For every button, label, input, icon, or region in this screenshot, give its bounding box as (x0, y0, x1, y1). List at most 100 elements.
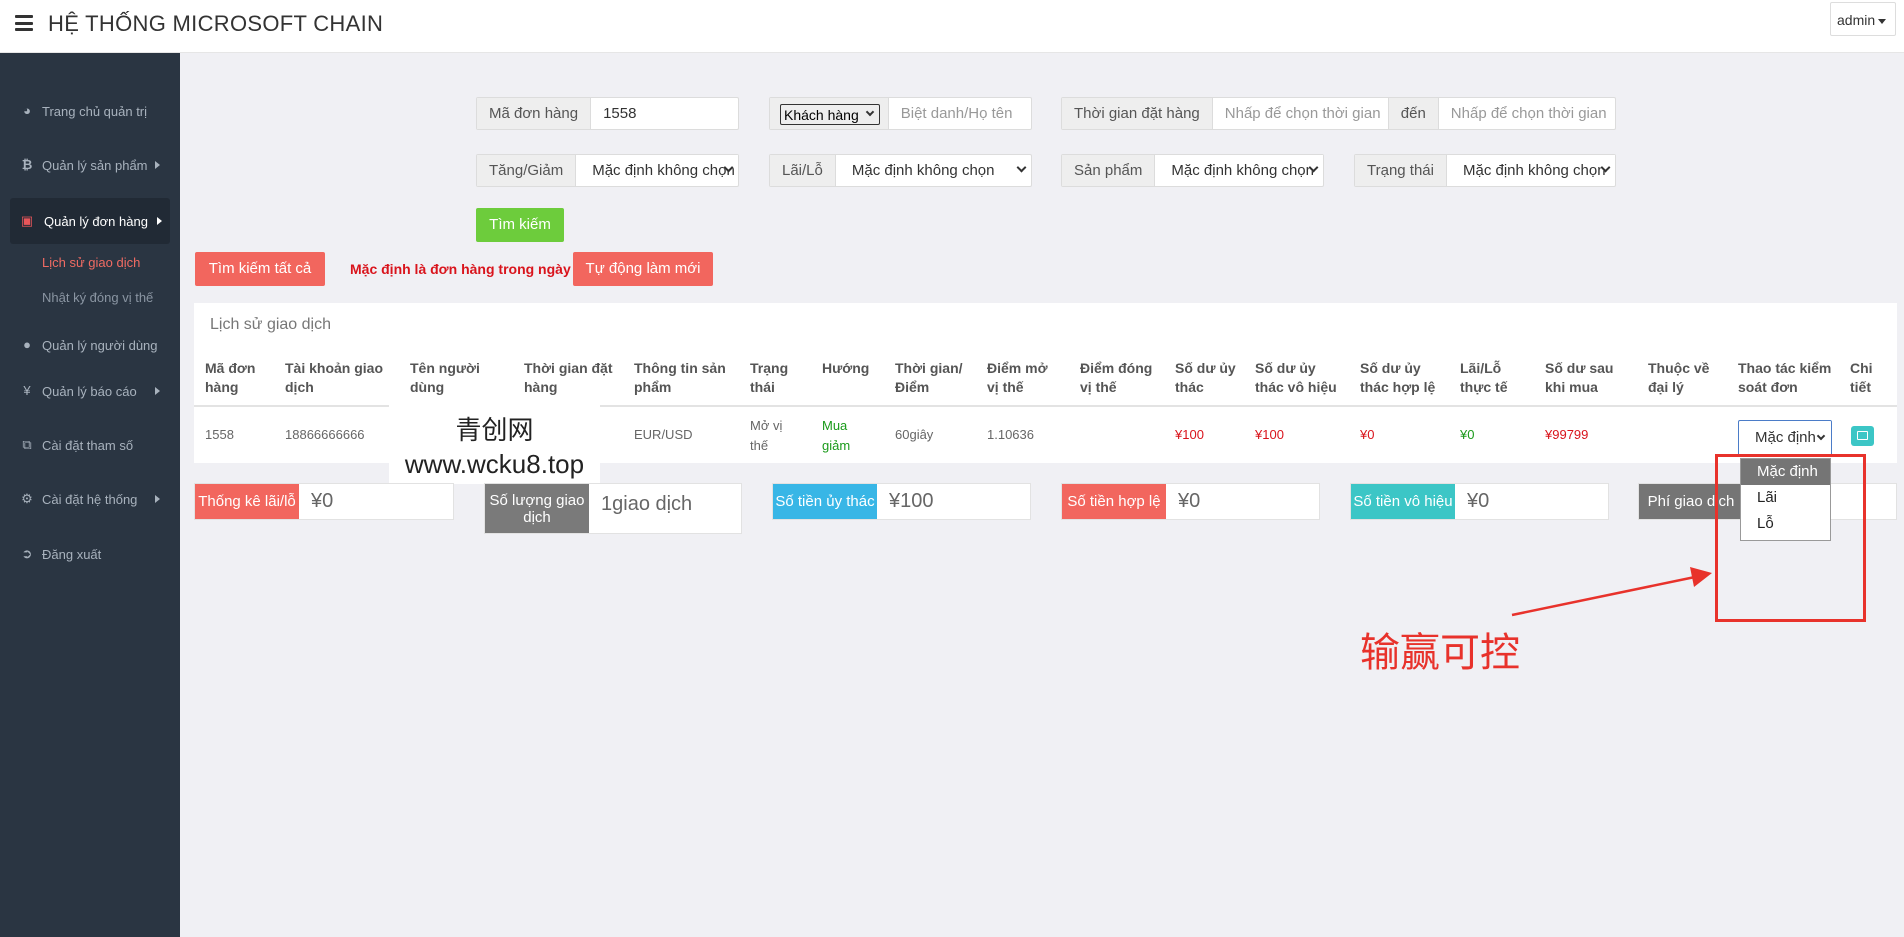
stat-value: ¥0 (311, 490, 334, 512)
stat-trade-count: Số lượng giao dịch 1giao dịch (484, 483, 742, 534)
stat-label: Số tiền vô hiệu (1351, 484, 1455, 519)
product-label: Sản phẩm (1062, 155, 1156, 186)
order-control-select[interactable]: Mặc định (1738, 420, 1832, 456)
sidebar-item-products[interactable]: ₿ Quản lý sản phẩm (0, 149, 180, 183)
cell-entrusted: ¥100 (1175, 427, 1204, 442)
order-id-filter: Mã đơn hàng 1558 (476, 97, 739, 130)
sidebar-item-system[interactable]: ⚙ Cài đặt hệ thống (0, 483, 180, 517)
stat-entrusted: Số tiền ủy thác ¥100 (772, 483, 1031, 520)
stat-label: Số lượng giao dịch (485, 484, 589, 533)
cell-time-point: 60giây (895, 427, 934, 442)
order-time-to-input[interactable]: Nhấp để chọn thời gian (1439, 98, 1615, 129)
sidebar-item-users[interactable]: ● Quản lý người dùng (0, 329, 180, 363)
col-header: Thời gian đặt hàng (524, 360, 613, 395)
direction-select[interactable]: Mặc định không chọn (576, 155, 738, 186)
stat-value: ¥0 (1467, 490, 1490, 512)
sidebar-subitem-close-log[interactable]: Nhật ký đóng vị thế (42, 290, 153, 305)
profit-select[interactable]: Mặc định không chọn (836, 155, 1031, 186)
cell-invalid: ¥100 (1255, 427, 1284, 442)
chevron-right-icon (155, 161, 160, 169)
chevron-right-icon (155, 495, 160, 503)
bitcoin-icon: ₿ (21, 157, 33, 172)
col-header: Thời gian/ Điểm (895, 360, 963, 395)
sidebar-item-label: Đăng xuất (42, 547, 102, 562)
stat-value: 1giao dịch (601, 493, 693, 515)
sidebar-item-label: Quản lý đơn hàng (44, 214, 148, 229)
product-filter: Sản phẩm Mặc định không chọn (1061, 154, 1324, 187)
chevron-right-icon (155, 387, 160, 395)
col-header: Lãi/Lỗ thực tế (1460, 360, 1508, 395)
status-select[interactable]: Mặc định không chọn (1447, 155, 1615, 186)
cell-order-id: 1558 (205, 427, 234, 442)
order-time-to-label: đến (1387, 98, 1439, 129)
search-all-button[interactable]: Tìm kiếm tất cả (195, 252, 325, 286)
col-header: Điểm mở vị thế (987, 360, 1048, 395)
sidebar-item-label: Cài đặt hệ thống (42, 492, 138, 507)
watermark-line2: www.wcku8.top (404, 449, 585, 479)
status-filter: Trạng thái Mặc định không chọn (1354, 154, 1616, 187)
menu-toggle-icon[interactable] (15, 15, 33, 31)
col-header: Số dư sau khi mua (1545, 360, 1614, 395)
col-header: Chi tiết (1850, 360, 1873, 395)
col-header: Trạng thái (750, 360, 789, 395)
stat-label: Số tiền hợp lệ (1062, 484, 1166, 519)
product-select[interactable]: Mặc định không chọn (1155, 155, 1323, 186)
user-icon: ● (23, 337, 31, 352)
panel-title: Lịch sử giao dịch (210, 316, 331, 333)
status-label: Trạng thái (1355, 155, 1447, 186)
cell-product: EUR/USD (634, 427, 693, 442)
search-button[interactable]: Tìm kiếm (476, 208, 564, 242)
status-value: Mặc định không chọn (1462, 162, 1606, 179)
sidebar-item-label: Quản lý người dùng (42, 338, 158, 353)
product-value: Mặc định không chọn (1171, 162, 1314, 179)
annotation-text: 输赢可控 (1360, 631, 1520, 675)
sidebar-item-dashboard[interactable]: ◕ Trang chủ quản trị (0, 95, 180, 129)
cell-profit: ¥0 (1460, 427, 1475, 442)
detail-button[interactable] (1851, 426, 1874, 446)
default-note: Mặc định là đơn hàng trong ngày (350, 261, 571, 277)
stat-invalid-amount: Số tiền vô hiệu ¥0 (1350, 483, 1609, 520)
sidebar-subitem-trade-history[interactable]: Lịch sử giao dịch (42, 255, 140, 270)
annotation-arrow-icon (1511, 567, 1712, 617)
col-header: Số dư ủy thác hợp lệ (1360, 360, 1436, 395)
logout-icon: ➲ (21, 546, 33, 561)
order-time-label: Thời gian đặt hàng (1062, 98, 1213, 129)
watermark: 青创网 www.wcku8.top (389, 400, 600, 484)
copy-icon: ⧉ (22, 437, 32, 452)
cell-open-point: 1.10636 (987, 427, 1034, 442)
customer-type-value: Khách hàng (784, 107, 859, 123)
customer-name-input[interactable]: Biệt danh/Họ tên (889, 98, 1031, 129)
profit-filter: Lãi/Lỗ Mặc định không chọn (769, 154, 1032, 187)
sidebar-item-orders[interactable]: ▣ Quản lý đơn hàng (10, 198, 170, 244)
sidebar-item-label: Quản lý báo cáo (42, 384, 137, 399)
detail-icon (1857, 431, 1868, 440)
cell-direction: Mua giảm (822, 418, 851, 453)
direction-filter: Tăng/Giảm Mặc định không chọn (476, 154, 739, 187)
user-menu-button[interactable]: admin (1830, 2, 1896, 36)
chevron-down-icon (865, 107, 874, 117)
order-id-label: Mã đơn hàng (477, 98, 592, 129)
profit-label: Lãi/Lỗ (770, 155, 836, 186)
sidebar-item-logout[interactable]: ➲ Đăng xuất (0, 538, 180, 572)
cell-account: 18866666666 (285, 427, 365, 442)
chevron-right-icon (157, 217, 162, 225)
sidebar-item-reports[interactable]: ¥ Quản lý báo cáo (0, 375, 180, 409)
app-title: HỆ THỐNG MICROSOFT CHAIN (48, 11, 384, 36)
sidebar-item-parameters[interactable]: ⧉ Cài đặt tham số (0, 429, 180, 463)
stat-valid-amount: Số tiền hợp lệ ¥0 (1061, 483, 1320, 520)
customer-type-select[interactable]: Khách hàng (780, 104, 880, 125)
col-header: Thông tin sản phẩm (634, 360, 726, 395)
direction-value: Mặc định không chọn (592, 162, 735, 179)
auto-refresh-button[interactable]: Tự động làm mới (573, 252, 713, 286)
yen-icon: ¥ (23, 383, 31, 398)
order-id-input[interactable]: 1558 (591, 98, 738, 129)
stat-value: ¥0 (1178, 490, 1201, 512)
order-time-filter: Thời gian đặt hàng Nhấp để chọn thời gia… (1061, 97, 1616, 130)
col-header: Mã đơn hàng (205, 360, 256, 395)
order-time-from-input[interactable]: Nhấp để chọn thời gian (1213, 98, 1388, 129)
stat-label: Thống kê lãi/lỗ (195, 484, 299, 519)
gears-icon: ⚙ (21, 491, 33, 506)
cell-valid: ¥0 (1360, 427, 1375, 442)
user-name: admin (1837, 12, 1876, 28)
col-header: Hướng (822, 360, 870, 376)
